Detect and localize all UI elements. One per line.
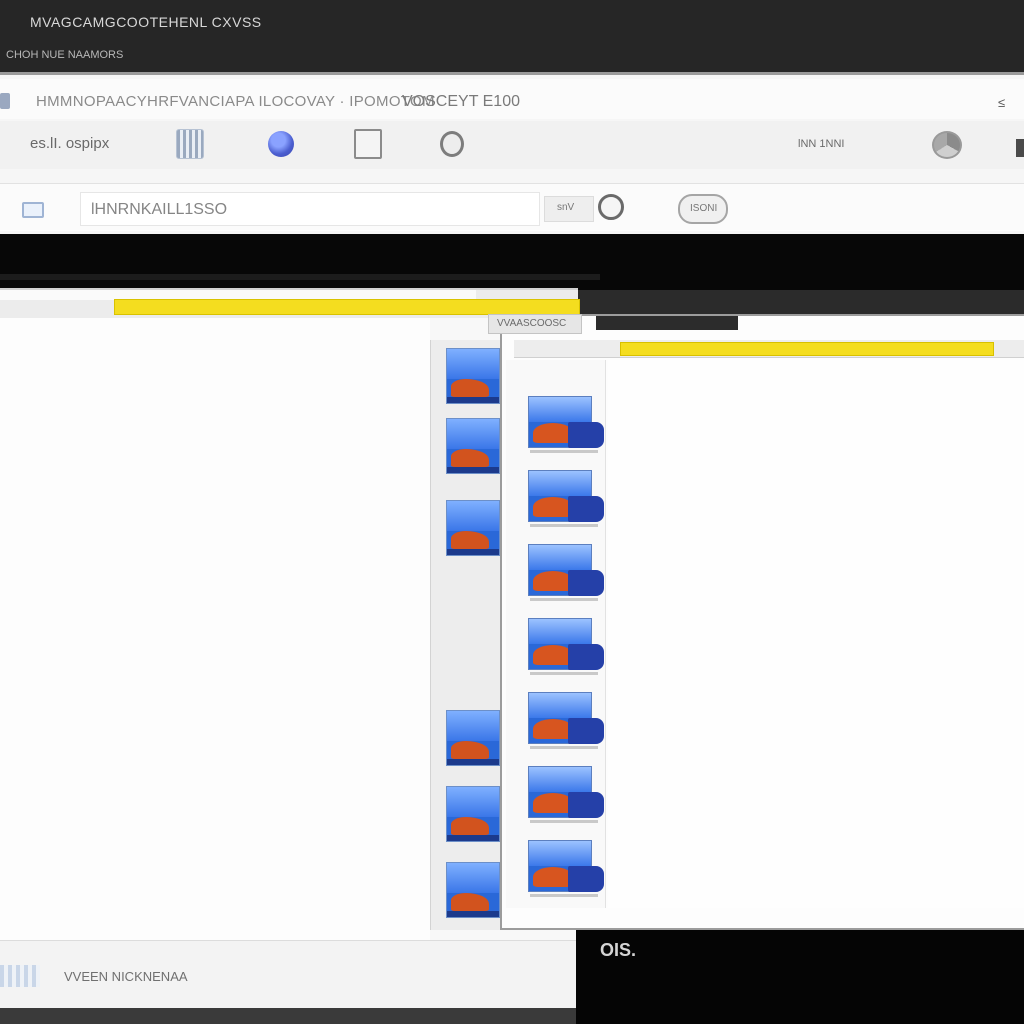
band-divider — [0, 274, 600, 280]
list-thumbnail[interactable] — [528, 840, 604, 897]
right-detail-pane — [608, 360, 1024, 908]
search-toggle-button[interactable]: ISONI — [678, 194, 728, 224]
window-title: MVAGCAMGCOOTEHENL CXVSS — [30, 14, 262, 30]
list-thumbnail[interactable] — [528, 766, 604, 823]
search-toggle-label: ISONI — [690, 203, 718, 214]
thumbnail[interactable] — [446, 500, 500, 556]
search-input[interactable]: lHNRNKAILL1SSO — [80, 192, 540, 226]
browser-icon[interactable] — [932, 131, 962, 159]
address-url-suffix: VOSCEYT E100 — [402, 93, 520, 110]
right-tab-highlight[interactable] — [620, 342, 994, 356]
bottom-panel: OIS. — [576, 930, 1024, 1024]
search-row: lHNRNKAILL1SSO snV ISONI — [0, 183, 1024, 231]
taskbar — [0, 1008, 576, 1024]
list-thumbnail[interactable] — [528, 470, 604, 527]
search-options-label: snV — [557, 202, 575, 213]
list-thumbnail[interactable] — [528, 396, 604, 453]
status-text: VVEEN NICKNENAA — [64, 969, 188, 984]
list-thumbnail[interactable] — [528, 692, 604, 749]
search-options-button[interactable]: snV — [544, 196, 594, 222]
toolbar: es.lI. ospipx lNN 1NNI — [0, 121, 1024, 169]
search-icon[interactable] — [598, 194, 624, 220]
window-titlebar: MVAGCAMGCOOTEHENL CXVSS CHOH NUE NAAMORS — [0, 0, 1024, 72]
gear-icon[interactable] — [440, 131, 464, 157]
right-window-tab-dark — [596, 316, 738, 330]
thumbnail[interactable] — [446, 348, 500, 404]
right-window-tab-label: VVAASCOOSC — [497, 318, 567, 329]
desktop: MVAGCAMGCOOTEHENL CXVSS CHOH NUE NAAMORS… — [0, 0, 1024, 1024]
left-content — [0, 318, 430, 940]
left-statusbar: VVEEN NICKNENAA — [0, 940, 578, 1010]
bottom-label: OIS. — [600, 940, 637, 960]
browser-chrome: HMMNOPAACYHRFVANCIAPA ILOCOVAY · IPOMOTO… — [0, 72, 1024, 234]
toolbar-label[interactable]: es.lI. ospipx — [30, 135, 109, 152]
right-window-tab[interactable]: VVAASCOOSC — [488, 314, 582, 334]
scroll-handle[interactable] — [1016, 139, 1024, 157]
left-tab-highlight[interactable] — [114, 299, 580, 315]
address-bar[interactable]: HMMNOPAACYHRFVANCIAPA ILOCOVAY · IPOMOTO… — [0, 79, 1024, 119]
search-input-value: lHNRNKAILL1SSO — [91, 201, 228, 218]
folder-icon[interactable] — [22, 202, 44, 218]
back-icon[interactable] — [0, 93, 10, 109]
window-subtitle: CHOH NUE NAAMORS — [6, 49, 124, 61]
thumbnail[interactable] — [446, 862, 500, 918]
menu-glyph[interactable]: ≤ — [998, 95, 1005, 110]
list-thumbnail[interactable] — [528, 618, 604, 675]
thumbnail[interactable] — [446, 786, 500, 842]
globe-icon[interactable] — [268, 131, 294, 157]
address-url[interactable]: HMMNOPAACYHRFVANCIAPA ILOCOVAY · IPOMOTO… — [36, 93, 435, 110]
status-icon — [0, 965, 40, 987]
list-thumbnail[interactable] — [528, 544, 604, 601]
dark-band — [0, 234, 1024, 290]
page-icon[interactable] — [354, 129, 382, 159]
thumbnail[interactable] — [446, 710, 500, 766]
toolbar-right-label[interactable]: lNN 1NNI — [798, 138, 844, 150]
grid-icon[interactable] — [176, 129, 204, 159]
thumbnail[interactable] — [446, 418, 500, 474]
